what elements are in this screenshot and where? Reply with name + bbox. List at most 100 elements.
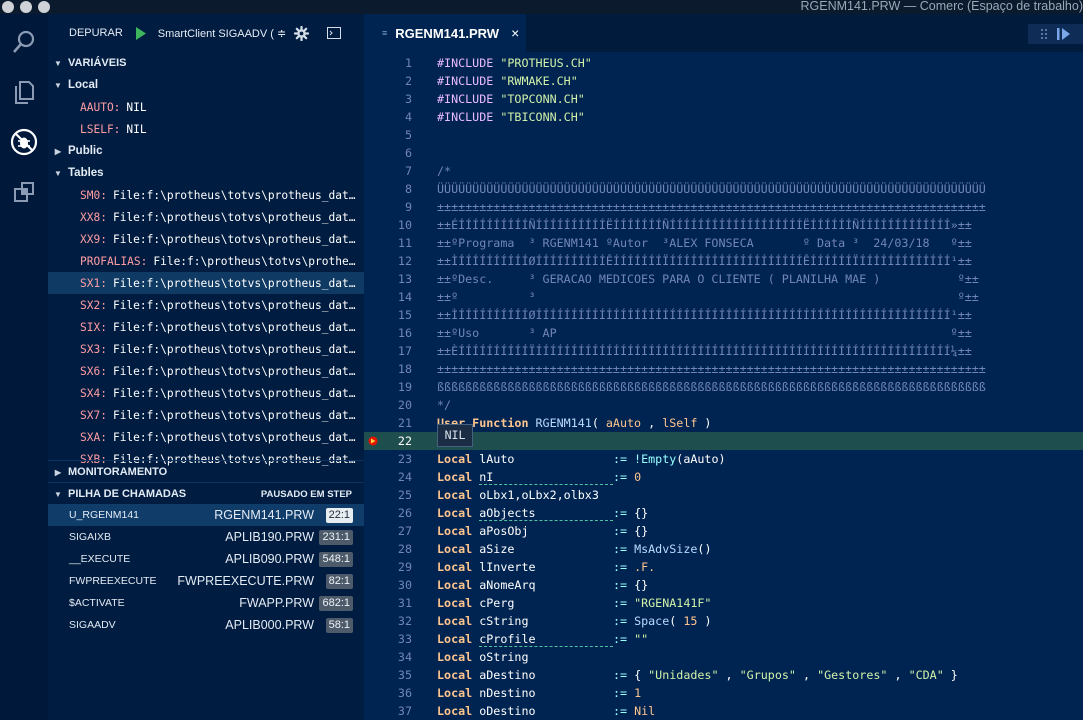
table-variable-row[interactable]: SM0: File:f:\protheus\totvs\protheus_data… — [48, 184, 364, 206]
scope-tables[interactable]: ▼ Tables — [48, 162, 364, 184]
continue-icon[interactable] — [1057, 28, 1070, 40]
code-line[interactable]: 10 ±±ÉÍÍÍÍÍÍÍÍÍÍÑÍÍÍÍÍÍÍÍÍÍËÍÍÍÍÍÍÍÑÍÍÍÍÍ… — [364, 216, 1083, 234]
code-line[interactable]: 24 Local nI := 0 — [364, 468, 1083, 486]
frame-function: SIGAIXB — [69, 531, 112, 543]
search-icon[interactable] — [0, 18, 48, 66]
variable-name: SX7: — [80, 408, 107, 422]
code-line[interactable]: 31 Local cPerg := "RGENA141F" — [364, 594, 1083, 612]
frame-function: SIGAADV — [69, 619, 116, 631]
code-line[interactable]: 16 ±±ºUso ³ AP º±± — [364, 324, 1083, 342]
line-number: 13 — [397, 272, 412, 286]
code-line[interactable]: 35 Local aDestino := { "Unidades" , "Grup… — [364, 666, 1083, 684]
code-line[interactable]: 19 ßßßßßßßßßßßßßßßßßßßßßßßßßßßßßßßßßßßßßß… — [364, 378, 1083, 396]
code-line[interactable]: 33 Local cProfile := "" — [364, 630, 1083, 648]
debug-icon[interactable] — [0, 118, 48, 166]
code-token: Local — [437, 524, 480, 538]
table-variable-row[interactable]: SX2: File:f:\protheus\totvs\protheus_data… — [48, 294, 364, 316]
code-line[interactable]: 30 Local aNomeArq := {} — [364, 576, 1083, 594]
callstack-frame[interactable]: SIGAIXB APLIB190.PRW 231:1 — [48, 526, 364, 548]
code-line[interactable]: 4 #INCLUDE "TBICONN.CH" — [364, 108, 1083, 126]
line-number: 10 — [397, 218, 412, 232]
variable-name: SXA: — [80, 430, 107, 444]
monitoring-section-header[interactable]: ▶ MONITORAMENTO — [48, 460, 364, 483]
play-icon[interactable] — [135, 26, 146, 40]
code-token: */ — [437, 398, 452, 412]
variable-row[interactable]: AAUTO: NIL — [48, 96, 364, 118]
code-line[interactable]: 11 ±±ºPrograma ³ RGENM141 ºAutor ³ALEX FO… — [364, 234, 1083, 252]
tab-rgenm141[interactable]: ≡ RGENM141.PRW × — [364, 14, 526, 52]
callstack-frame[interactable]: U_RGENM141 RGENM141.PRW 22:1 — [48, 504, 364, 526]
code-line[interactable]: 18 ±±±±±±±±±±±±±±±±±±±±±±±±±±±±±±±±±±±±±±… — [364, 360, 1083, 378]
code-token: Local — [437, 614, 480, 628]
close-window-icon[interactable] — [2, 1, 14, 13]
code-line[interactable]: 7 /* — [364, 162, 1083, 180]
table-variable-row[interactable]: SX7: File:f:\protheus\totvs\protheus_data… — [48, 404, 364, 426]
gear-icon[interactable] — [293, 25, 309, 41]
maximize-window-icon[interactable] — [38, 1, 50, 13]
chevron-down-icon: ▼ — [54, 58, 62, 68]
code-line[interactable]: 36 Local nDestino := 1 — [364, 684, 1083, 702]
code-line[interactable]: 28 Local aSize := MsAdvSize() — [364, 540, 1083, 558]
breakpoint-icon[interactable] — [368, 436, 378, 446]
code-line[interactable]: 6 — [364, 144, 1083, 162]
code-line[interactable]: 14 ±±º ³ º±± — [364, 288, 1083, 306]
debug-config-select[interactable]: SmartClient SIGAADV ( ≑ — [158, 27, 288, 40]
code-line[interactable]: 17 ±±ÈÍÍÍÍÍÍÍÍÍÍÏÍÍÍÍÍÍÍÍÍÍÍÍÍÍÍÍÍÍÍÍÍÍÍÍ… — [364, 342, 1083, 360]
code-text: ±±º ³ º±± — [437, 288, 979, 306]
code-line[interactable]: 12 ±±ÌÍÍÍÍÍÍÍÍÍÍØÍÍÍÍÍÍÍÍÍÍÊÍÍÍÍÍÍÍÏÍÍÍÍÍ… — [364, 252, 1083, 270]
extensions-icon[interactable] — [0, 168, 48, 216]
table-variable-row[interactable]: SX1: File:f:\protheus\totvs\protheus_data… — [48, 272, 364, 294]
close-icon[interactable]: × — [511, 25, 519, 41]
code-line[interactable]: 1 #INCLUDE "PROTHEUS.CH" — [364, 54, 1083, 72]
variables-section-header[interactable]: ▼ VARIÁVEIS — [48, 52, 364, 74]
code-line[interactable]: 34 Local oString — [364, 648, 1083, 666]
table-variable-row[interactable]: PROFALIAS: File:f:\protheus\totvs\protheu… — [48, 250, 364, 272]
code-line[interactable]: 13 ±±ºDesc. ³ GERACAO MEDICOES PARA O CLI… — [364, 270, 1083, 288]
table-variable-row[interactable]: SIX: File:f:\protheus\totvs\protheus_data… — [48, 316, 364, 338]
terminal-icon[interactable] — [326, 27, 341, 39]
code-token: oDestino — [479, 704, 613, 718]
code-token: := !Empty — [612, 452, 677, 466]
chevron-down-icon: ▼ — [54, 489, 62, 499]
variable-value: File:f:\protheus\totvs\protheus_data\sys… — [112, 430, 364, 444]
code-line[interactable]: 26 Local aObjects := {} — [364, 504, 1083, 522]
code-line[interactable]: 23 Local lAuto := !Empty(aAuto) — [364, 450, 1083, 468]
callstack-frame[interactable]: SIGAADV APLIB000.PRW 58:1 — [48, 614, 364, 636]
grip-icon[interactable] — [1041, 28, 1047, 40]
variable-value: File:f:\protheus\totvs\protheus_data\sys… — [112, 408, 364, 422]
code-text: Local cPerg := "RGENA141F" — [437, 594, 711, 612]
table-variable-row[interactable]: XX9: File:f:\protheus\totvs\protheus_data… — [48, 228, 364, 250]
code-line[interactable]: 5 — [364, 126, 1083, 144]
code-line[interactable]: 25 Local oLbx1,oLbx2,olbx3 — [364, 486, 1083, 504]
table-variable-row[interactable]: SX4: File:f:\protheus\totvs\protheus_data… — [48, 382, 364, 404]
code-line[interactable]: 9 ±±±±±±±±±±±±±±±±±±±±±±±±±±±±±±±±±±±±±±±… — [364, 198, 1083, 216]
scope-local[interactable]: ▼ Local — [48, 74, 364, 96]
variable-row[interactable]: LSELF: NIL — [48, 118, 364, 140]
callstack-section-header[interactable]: ▼ PILHA DE CHAMADAS PAUSADO EM STEP — [48, 482, 364, 505]
code-line[interactable]: 32 Local cString := Space( 15 ) — [364, 612, 1083, 630]
code-line[interactable]: 2 #INCLUDE "RWMAKE.CH" — [364, 72, 1083, 90]
code-line[interactable]: 8 ÜÜÜÜÜÜÜÜÜÜÜÜÜÜÜÜÜÜÜÜÜÜÜÜÜÜÜÜÜÜÜÜÜÜÜÜÜÜÜ… — [364, 180, 1083, 198]
code-line[interactable]: 37 Local oDestino := Nil — [364, 702, 1083, 720]
line-number: 35 — [397, 668, 412, 682]
files-icon[interactable] — [0, 68, 48, 116]
table-variable-row[interactable]: XX8: File:f:\protheus\totvs\protheus_data… — [48, 206, 364, 228]
line-number: 28 — [397, 542, 412, 556]
code-token: } — [943, 668, 958, 682]
code-line[interactable]: 3 #INCLUDE "TOPCONN.CH" — [364, 90, 1083, 108]
code-line[interactable]: 27 Local aPosObj := {} — [364, 522, 1083, 540]
callstack-frame[interactable]: FWPREEXECUTE FWPREEXECUTE.PRW 82:1 — [48, 570, 364, 592]
code-line[interactable]: 20 */ — [364, 396, 1083, 414]
code-line[interactable]: 29 Local lInverte := .F. — [364, 558, 1083, 576]
table-variable-row[interactable]: SX3: File:f:\protheus\totvs\protheus_data… — [48, 338, 364, 360]
minimize-window-icon[interactable] — [20, 1, 32, 13]
callstack-frame[interactable]: __EXECUTE APLIB090.PRW 548:1 — [48, 548, 364, 570]
table-variable-row[interactable]: SX6: File:f:\protheus\totvs\protheus_data… — [48, 360, 364, 382]
code-token: cProfile — [479, 632, 613, 647]
table-variable-row[interactable]: SXA: File:f:\protheus\totvs\protheus_data… — [48, 426, 364, 448]
code-token: := — [612, 578, 635, 592]
callstack-frame[interactable]: $ACTIVATE FWAPP.PRW 682:1 — [48, 592, 364, 614]
code-line[interactable]: 15 ±±ÌÍÍÍÍÍÍÍÍÍÍØÍÍÍÍÍÍÍÍÍÍÍÍÍÍÍÍÍÍÍÍÍÍÍÍ… — [364, 306, 1083, 324]
scope-public[interactable]: ▶ Public — [48, 140, 364, 162]
hover-tooltip: NIL — [437, 424, 473, 447]
